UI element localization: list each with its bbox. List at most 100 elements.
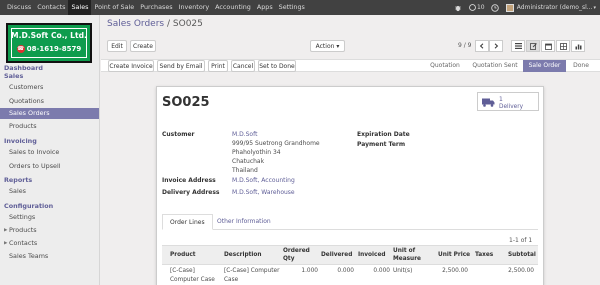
delivery-count: 1 — [499, 96, 503, 103]
sidebar-heading-dashboard[interactable]: Dashboard — [4, 64, 43, 72]
col-uom-2: Measure — [393, 256, 421, 262]
sidebar-item-contacts[interactable]: ▶ Contacts — [0, 238, 99, 249]
cell-subtotal: 2,500.00 — [508, 268, 534, 274]
cell-uom: Unit(s) — [393, 268, 413, 274]
expiration-date-label: Expiration Date — [357, 131, 410, 138]
pivot-view-button[interactable] — [556, 40, 570, 52]
list-view-button[interactable] — [511, 40, 525, 52]
cell-product-1: [C-Case] — [170, 268, 195, 274]
sidebar-item-config-products[interactable]: ▶ Products — [0, 225, 99, 236]
invoice-address-label: Invoice Address — [162, 177, 216, 184]
list-icon — [514, 43, 522, 49]
set-to-done-button[interactable]: Set to Done — [258, 60, 296, 72]
customer-label: Customer — [162, 131, 195, 138]
table-row[interactable]: [C-Case] Computer Case [C-Case] Computer… — [162, 265, 538, 285]
menu-sales[interactable]: Sales — [68, 0, 92, 15]
menu-discuss[interactable]: Discuss — [4, 0, 34, 15]
calendar-view-button[interactable] — [541, 40, 555, 52]
logo-phone: ☎ 08-1619-8579 — [8, 45, 90, 53]
pager-previous-button[interactable] — [475, 40, 489, 52]
delivery-smart-button[interactable]: 1 Delivery — [477, 92, 539, 111]
menu-settings[interactable]: Settings — [276, 0, 308, 15]
lines-table-header: Product Description Ordered Qty Delivere… — [162, 245, 538, 265]
menu-point-of-sale[interactable]: Point of Sale — [91, 0, 137, 15]
col-unit-price[interactable]: Unit Price — [438, 252, 470, 258]
form-view-button[interactable] — [526, 40, 540, 52]
graph-view-button[interactable] — [571, 40, 585, 52]
edit-button[interactable]: Edit — [107, 40, 127, 52]
caret-right-icon: ▶ — [4, 241, 8, 246]
breadcrumb-sales-orders[interactable]: Sales Orders — [107, 19, 164, 29]
action-label: Action — [315, 43, 335, 50]
tab-other-information[interactable]: Other Information — [210, 214, 278, 230]
chevron-down-icon: ▾ — [593, 4, 596, 11]
top-menu: Discuss Contacts Sales Point of Sale Pur… — [4, 0, 308, 15]
clock-icon[interactable] — [491, 3, 500, 12]
messages-icon[interactable]: 10 — [469, 3, 485, 12]
lines-pager: 1-1 of 1 — [509, 237, 533, 244]
cancel-button[interactable]: Cancel — [231, 60, 255, 72]
top-right-area: 10 Administrator (demo_sl... ▾ — [454, 0, 596, 15]
col-invoiced[interactable]: Invoiced — [358, 252, 386, 258]
sidebar-heading-reports: Reports — [4, 176, 33, 184]
stage-sale-order[interactable]: Sale Order — [523, 60, 566, 72]
menu-purchases[interactable]: Purchases — [137, 0, 175, 15]
col-delivered[interactable]: Delivered — [321, 252, 352, 258]
edit-icon — [529, 42, 537, 50]
col-ordered-qty-2: Qty — [283, 256, 295, 262]
sidebar-item-config-products-label: Products — [9, 226, 37, 234]
sidebar-item-quotations[interactable]: Quotations — [0, 96, 99, 107]
menu-contacts[interactable]: Contacts — [34, 0, 68, 15]
pager-next-button[interactable] — [489, 40, 503, 52]
sidebar-item-sales-teams[interactable]: Sales Teams — [0, 251, 99, 262]
customer-name[interactable]: M.D.Soft — [232, 131, 257, 138]
user-menu[interactable]: Administrator (demo_sl... — [517, 4, 593, 11]
col-description[interactable]: Description — [224, 252, 262, 258]
pager-value[interactable]: 9 / 9 — [458, 42, 471, 49]
invoice-address[interactable]: M.D.Soft, Accounting — [232, 177, 295, 184]
sidebar-item-sales-orders[interactable]: Sales Orders — [0, 108, 99, 119]
notification-count: 10 — [476, 4, 485, 11]
col-uom-1[interactable]: Unit of — [393, 248, 415, 254]
menu-accounting[interactable]: Accounting — [212, 0, 254, 15]
chevron-left-icon — [479, 43, 484, 49]
sidebar: M.D.Soft Co., Ltd. ☎ 08-1619-8579 Dashboa… — [0, 15, 100, 285]
stage-quotation[interactable]: Quotation — [424, 60, 466, 72]
top-navbar: Discuss Contacts Sales Point of Sale Pur… — [0, 0, 600, 15]
sidebar-item-products[interactable]: Products — [0, 121, 99, 132]
col-subtotal[interactable]: Subtotal — [508, 252, 536, 258]
company-logo[interactable]: M.D.Soft Co., Ltd. ☎ 08-1619-8579 — [6, 23, 92, 63]
stage-done[interactable]: Done — [568, 60, 594, 72]
sidebar-item-sales-to-invoice[interactable]: Sales to Invoice — [0, 147, 99, 158]
col-taxes[interactable]: Taxes — [475, 252, 493, 258]
cell-description-2: Case — [224, 277, 239, 283]
sidebar-item-customers[interactable]: Customers — [0, 82, 99, 93]
col-product[interactable]: Product — [170, 252, 196, 258]
action-dropdown[interactable]: Action ▾ — [310, 40, 345, 52]
logo-company-name: M.D.Soft Co., Ltd. — [11, 31, 87, 40]
sidebar-item-orders-to-upsell[interactable]: Orders to Upsell — [0, 161, 99, 172]
sidebar-item-settings[interactable]: Settings — [0, 212, 99, 223]
tab-order-lines[interactable]: Order Lines — [162, 214, 213, 230]
delivery-address[interactable]: M.D.Soft, Warehouse — [232, 189, 295, 196]
avatar[interactable] — [505, 3, 514, 12]
menu-apps[interactable]: Apps — [254, 0, 276, 15]
logo-phone-number: 08-1619-8579 — [26, 45, 82, 53]
notebook-tabs: Order Lines Other Information — [162, 214, 538, 230]
menu-inventory[interactable]: Inventory — [176, 0, 213, 15]
col-ordered-qty-1[interactable]: Ordered — [283, 248, 310, 254]
bug-icon[interactable] — [454, 3, 463, 12]
phone-icon: ☎ — [16, 45, 25, 53]
create-invoice-button[interactable]: Create Invoice — [108, 60, 154, 72]
sidebar-item-reports-sales[interactable]: Sales — [0, 186, 99, 197]
breadcrumb-separator: / — [166, 19, 171, 29]
sidebar-item-contacts-label: Contacts — [9, 239, 38, 247]
cell-product-2: Computer Case — [170, 277, 215, 283]
send-by-email-button[interactable]: Send by Email — [157, 60, 205, 72]
customer-address-line4: Thailand — [232, 167, 258, 174]
create-button[interactable]: Create — [130, 40, 156, 52]
chevron-right-icon — [494, 43, 499, 49]
print-button[interactable]: Print — [208, 60, 228, 72]
delivery-label: Delivery — [499, 104, 524, 110]
stage-quotation-sent[interactable]: Quotation Sent — [469, 60, 521, 72]
